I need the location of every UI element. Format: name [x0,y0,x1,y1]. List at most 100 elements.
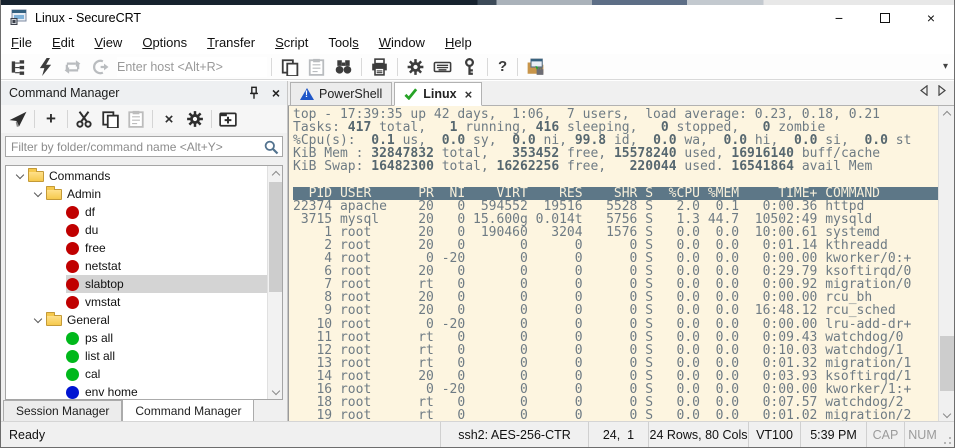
session-options-gear-icon[interactable] [406,58,425,76]
tree-item-label: General [67,313,110,327]
help-icon[interactable]: ? [498,58,507,75]
menu-view[interactable]: View [84,32,132,53]
tree-item-label: list all [85,349,115,363]
menu-script[interactable]: Script [265,32,318,53]
run-command-icon[interactable] [8,110,28,128]
scroll-down-icon[interactable] [939,407,954,422]
menu-window[interactable]: Window [369,32,435,53]
command-manager-header[interactable]: Command Manager × [1,81,287,105]
tab-scroll-right-icon[interactable] [938,85,946,96]
tree-command-free[interactable]: free [6,239,267,257]
tab-command-manager[interactable]: Command Manager [122,399,254,421]
copy-icon[interactable] [280,58,299,76]
toolbar-overflow-icon[interactable]: ▾ [943,61,948,72]
tree-command-slabtop[interactable]: slabtop [6,275,267,293]
tree-item-label: cal [85,367,100,381]
keymap-icon[interactable] [433,58,452,76]
print-icon[interactable] [370,58,389,76]
maximize-button[interactable] [862,5,908,30]
resize-grip[interactable] [940,422,954,447]
status-ready: Ready [1,422,440,447]
cut-icon[interactable] [74,110,94,128]
session-properties-icon[interactable] [526,58,545,76]
toolbar-separator [152,110,153,128]
tree-command-ps-all[interactable]: ps all [6,329,267,347]
chevron-down-icon[interactable] [30,193,46,196]
tree-item-label: df [85,205,95,219]
menu-bar: FileEditViewOptionsTransferScriptToolsWi… [1,30,954,54]
scroll-up-icon[interactable] [268,166,283,181]
scroll-down-icon[interactable] [268,384,283,399]
command-dot-icon [66,278,79,291]
tree-folder-Commands[interactable]: Commands [6,167,267,185]
tree-scrollbar[interactable] [267,166,282,399]
title-bar[interactable]: Linux - SecureCRT − × [1,5,954,30]
delete-icon[interactable]: × [160,111,178,128]
tab-label: PowerShell [319,87,382,101]
scrollbar-thumb[interactable] [940,336,954,391]
main-toolbar: ? ▾ [1,54,954,80]
menu-edit[interactable]: Edit [42,32,84,53]
menu-tools[interactable]: Tools [318,32,368,53]
disconnect-icon[interactable] [90,58,109,76]
status-cursor-position: 24, 1 [588,422,648,447]
tab-scroll-left-icon[interactable] [920,85,928,96]
paste-icon[interactable] [307,58,326,76]
warning-icon [300,88,314,100]
panel-title: Command Manager [9,86,119,100]
menu-options[interactable]: Options [132,32,197,53]
new-folder-icon[interactable] [218,110,238,128]
folder-icon [46,315,62,326]
pin-icon[interactable] [243,83,265,103]
chevron-down-icon[interactable] [30,319,46,322]
tab-session-manager[interactable]: Session Manager [3,400,122,422]
tree-command-netstat[interactable]: netstat [6,257,267,275]
search-icon[interactable] [263,139,279,155]
tree-command-df[interactable]: df [6,203,267,221]
add-command-icon[interactable]: + [42,111,60,127]
chevron-down-icon[interactable] [12,175,28,178]
tree-folder-Admin[interactable]: Admin [6,185,267,203]
status-encryption: ssh2: AES-256-CTR [440,422,588,447]
paste-icon[interactable] [126,110,146,128]
copy-icon[interactable] [100,110,120,128]
close-button[interactable]: × [908,5,954,30]
tree-command-list-all[interactable]: list all [6,347,267,365]
filter-input[interactable] [6,140,263,154]
tree-command-cal[interactable]: cal [6,365,267,383]
status-clock: 5:39 PM [800,422,866,447]
session-manager-icon[interactable] [9,58,28,76]
menu-transfer[interactable]: Transfer [197,32,265,53]
scrollbar-thumb[interactable] [269,182,282,292]
toolbar-separator [361,58,362,76]
terminal-screen[interactable]: top - 17:39:35 up 42 days, 1:06, 7 users… [289,106,938,422]
tab-linux[interactable]: Linux × [394,82,482,106]
tab-powershell[interactable]: PowerShell [290,82,392,105]
minimize-button[interactable]: − [816,5,862,30]
scroll-up-icon[interactable] [939,106,954,121]
terminal-scrollbar[interactable] [938,106,954,422]
quick-connect-icon[interactable] [36,58,55,76]
find-icon[interactable] [334,58,353,76]
menu-file[interactable]: File [1,32,42,53]
tree-item-label: Commands [49,169,110,183]
tree-item-label: netstat [85,259,121,273]
reconnect-icon[interactable] [63,58,82,76]
command-tree[interactable]: Commands Admin df dufree netstat slabtop vmsta… [5,165,283,400]
status-caps-lock: CAP [866,422,904,447]
command-manager-toolbar: + × [1,105,287,133]
tree-command-env-home[interactable]: env home [6,383,267,399]
tree-item-label: slabtop [85,277,124,291]
quick-connect-host-input[interactable] [117,57,267,77]
check-icon [404,88,418,100]
folder-icon [46,189,62,200]
tab-close-icon[interactable]: × [465,87,473,102]
toolbar-separator [67,110,68,128]
settings-gear-icon[interactable] [185,110,205,128]
panel-close-icon[interactable]: × [265,83,287,103]
menu-help[interactable]: Help [435,32,482,53]
tree-command-vmstat[interactable]: vmstat [6,293,267,311]
tree-folder-General[interactable]: General [6,311,267,329]
tree-command-du[interactable]: du [6,221,267,239]
agent-key-icon[interactable] [460,58,479,76]
